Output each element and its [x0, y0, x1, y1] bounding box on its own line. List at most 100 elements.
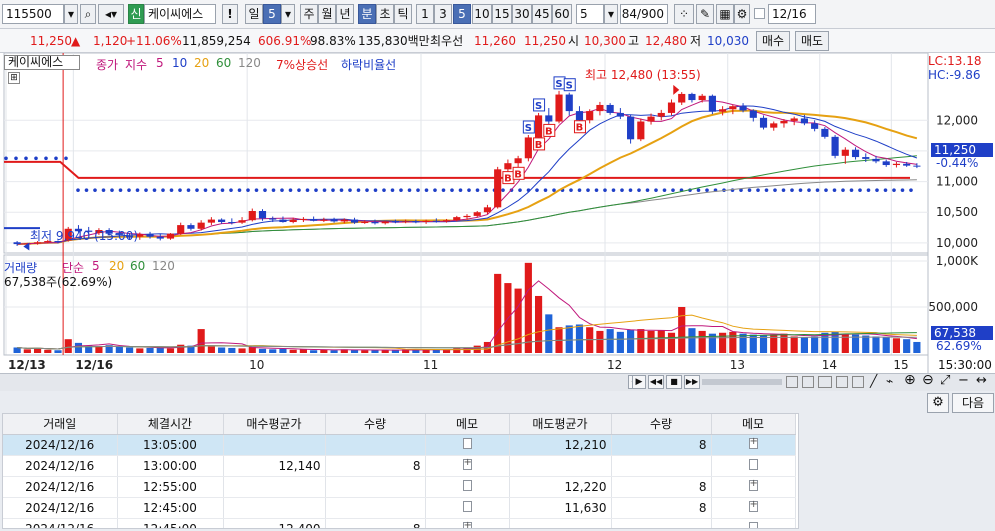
- table-row[interactable]: 2024/12/16 13:00:00 12,140 8: [3, 455, 796, 477]
- minute-60-button[interactable]: 60: [552, 4, 572, 24]
- candle-body: [637, 121, 645, 140]
- memo-cell[interactable]: [711, 434, 796, 456]
- memo-cell[interactable]: [425, 518, 510, 528]
- minute-15-button[interactable]: 15: [492, 4, 512, 24]
- grid-toggle-icon[interactable]: ⊞: [8, 72, 20, 84]
- period-year-button[interactable]: 년: [336, 4, 354, 24]
- volume-value: 11,859,254: [182, 34, 251, 48]
- memo-cell[interactable]: [425, 455, 510, 477]
- period-week-button[interactable]: 주: [300, 4, 318, 24]
- table-row[interactable]: 2024/12/16 13:05:00 12,210 8: [3, 434, 796, 456]
- gear-icon[interactable]: ⚙: [927, 393, 949, 413]
- period-month-button[interactable]: 월: [318, 4, 336, 24]
- search-icon[interactable]: ⌕: [80, 4, 96, 24]
- memo-cell[interactable]: [425, 497, 510, 519]
- cell-buy-avg: 12,400: [223, 518, 326, 528]
- memo-icon[interactable]: [462, 500, 472, 512]
- memo-cell[interactable]: [711, 455, 796, 477]
- rewind-button[interactable]: ◀◀: [648, 375, 664, 389]
- table-row[interactable]: 2024/12/16 12:45:00 11,630 8: [3, 497, 796, 519]
- memo-add-icon[interactable]: [748, 436, 758, 449]
- fast-forward-button[interactable]: ▶▶: [684, 375, 700, 389]
- stop-button[interactable]: ■: [666, 375, 682, 389]
- col-trade-date[interactable]: 거래일: [3, 414, 118, 435]
- col-memo-buy[interactable]: 메모: [425, 414, 510, 435]
- scroll-right-button[interactable]: ▶: [632, 375, 646, 389]
- zoom-fit-icon[interactable]: [802, 376, 814, 388]
- limit-dot-marker: [14, 156, 18, 161]
- expand-icon[interactable]: ↔: [976, 373, 987, 388]
- limit-down-marker: [705, 188, 709, 192]
- zoom-in-icon[interactable]: ⊕: [904, 372, 916, 388]
- volume-bar: [800, 337, 808, 353]
- crosshair-icon[interactable]: [836, 376, 848, 388]
- memo-cell[interactable]: [711, 497, 796, 519]
- zoom-box-icon[interactable]: [786, 376, 798, 388]
- minute-1-button[interactable]: 1: [416, 4, 434, 24]
- memo-add-icon[interactable]: [748, 478, 758, 491]
- count-dropdown-icon[interactable]: ▾: [604, 4, 618, 24]
- memo-cell[interactable]: [425, 434, 510, 456]
- period-unit-button[interactable]: 일: [245, 4, 263, 24]
- candle-body: [494, 169, 502, 208]
- limit-dot-marker: [64, 156, 68, 161]
- memo-icon[interactable]: [748, 521, 758, 528]
- zoom-out-icon[interactable]: ⊖: [922, 372, 934, 388]
- draw-line-icon[interactable]: ╱: [870, 374, 877, 388]
- minute-5-button[interactable]: 5: [453, 4, 471, 24]
- sound-icon[interactable]: ◂▾: [98, 4, 124, 24]
- next-button[interactable]: 다음: [952, 393, 994, 413]
- col-sell-qty[interactable]: 수량: [611, 414, 712, 435]
- col-exec-time[interactable]: 체결시간: [117, 414, 224, 435]
- memo-icon[interactable]: [462, 437, 472, 449]
- chart-settings-icon[interactable]: ▦: [716, 4, 734, 24]
- memo-cell[interactable]: [711, 476, 796, 498]
- price-change: 1,120: [93, 34, 128, 48]
- stock-code-input[interactable]: 115500: [2, 4, 64, 24]
- zoom-range-icon[interactable]: [818, 376, 832, 388]
- minute-3-button[interactable]: 3: [434, 4, 452, 24]
- minus-icon[interactable]: −: [958, 373, 969, 388]
- sell-button[interactable]: 매도: [795, 31, 829, 51]
- minute-30-button[interactable]: 30: [512, 4, 532, 24]
- count-input[interactable]: 5: [576, 4, 604, 24]
- volume-bar: [238, 348, 246, 353]
- date-checkbox[interactable]: [754, 8, 765, 19]
- col-sell-avg[interactable]: 매도평균가: [509, 414, 612, 435]
- limit-down-marker: [144, 188, 148, 192]
- period-value-button[interactable]: 5: [263, 4, 281, 24]
- code-dropdown-icon[interactable]: ▾: [64, 4, 78, 24]
- table-row[interactable]: 2024/12/16 12:55:00 12,220 8: [3, 476, 796, 498]
- table-view-icon[interactable]: [852, 376, 864, 388]
- buy-button[interactable]: 매수: [756, 31, 790, 51]
- scroll-track[interactable]: [702, 379, 782, 385]
- volume-bar: [698, 330, 706, 353]
- warning-button[interactable]: !: [222, 4, 238, 24]
- chart-canvas[interactable]: 12,00011,50011,00010,50010,0001,000K500,…: [0, 53, 995, 373]
- col-buy-avg[interactable]: 매수평균가: [223, 414, 326, 435]
- chart-type-icon[interactable]: ⌁: [886, 374, 893, 388]
- minute-45-button[interactable]: 45: [532, 4, 552, 24]
- table-row[interactable]: 2024/12/16 12:45:00 12,400 8: [3, 518, 796, 528]
- memo-cell[interactable]: [711, 518, 796, 528]
- memo-icon[interactable]: [748, 458, 758, 470]
- col-memo-sell[interactable]: 메모: [711, 414, 796, 435]
- price-chart-area[interactable]: 12,00011,50011,00010,50010,0001,000K500,…: [0, 53, 995, 373]
- period-dropdown-icon[interactable]: ▾: [281, 4, 295, 24]
- draw-tool-icon[interactable]: ✎: [696, 4, 714, 24]
- period-minute-button[interactable]: 분: [358, 4, 376, 24]
- period-second-button[interactable]: 초: [376, 4, 394, 24]
- period-tick-button[interactable]: 틱: [394, 4, 412, 24]
- cell-sell-avg: 12,210: [509, 434, 612, 456]
- memo-cell[interactable]: [425, 476, 510, 498]
- memo-add-icon[interactable]: [462, 520, 472, 528]
- minute-10-button[interactable]: 10: [472, 4, 492, 24]
- gear-icon[interactable]: ⚙: [734, 4, 750, 24]
- memo-add-icon[interactable]: [462, 457, 472, 470]
- date-input[interactable]: 12/16: [768, 4, 816, 24]
- collapse-icon[interactable]: ⤢: [940, 373, 950, 388]
- memo-add-icon[interactable]: [748, 499, 758, 512]
- memo-icon[interactable]: [462, 479, 472, 491]
- col-buy-qty[interactable]: 수량: [325, 414, 426, 435]
- indicator-icon[interactable]: ⁘: [674, 4, 694, 24]
